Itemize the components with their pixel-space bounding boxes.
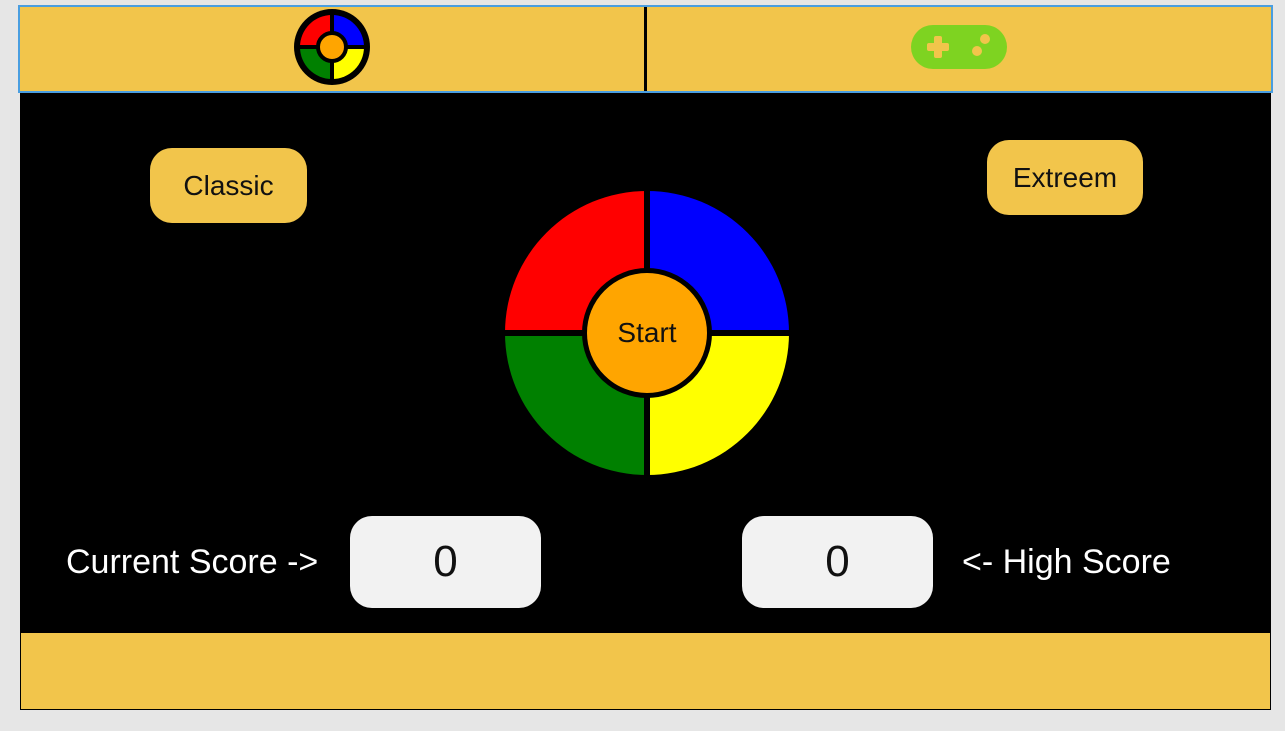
current-score-label: Current Score -> <box>66 543 319 581</box>
tab-simon[interactable] <box>20 7 644 91</box>
current-score-value: 0 <box>350 516 541 608</box>
tab-games[interactable] <box>647 7 1271 91</box>
gamepad-icon <box>909 19 1009 80</box>
top-tab-bar <box>18 5 1273 93</box>
simon-logo-icon <box>292 7 372 92</box>
classic-mode-button[interactable]: Classic <box>150 148 307 223</box>
start-button[interactable]: Start <box>582 268 712 398</box>
bottom-bar <box>20 633 1271 710</box>
high-score-label: <- High Score <box>962 543 1171 581</box>
extreem-mode-button[interactable]: Extreem <box>987 140 1143 215</box>
high-score-value: 0 <box>742 516 933 608</box>
